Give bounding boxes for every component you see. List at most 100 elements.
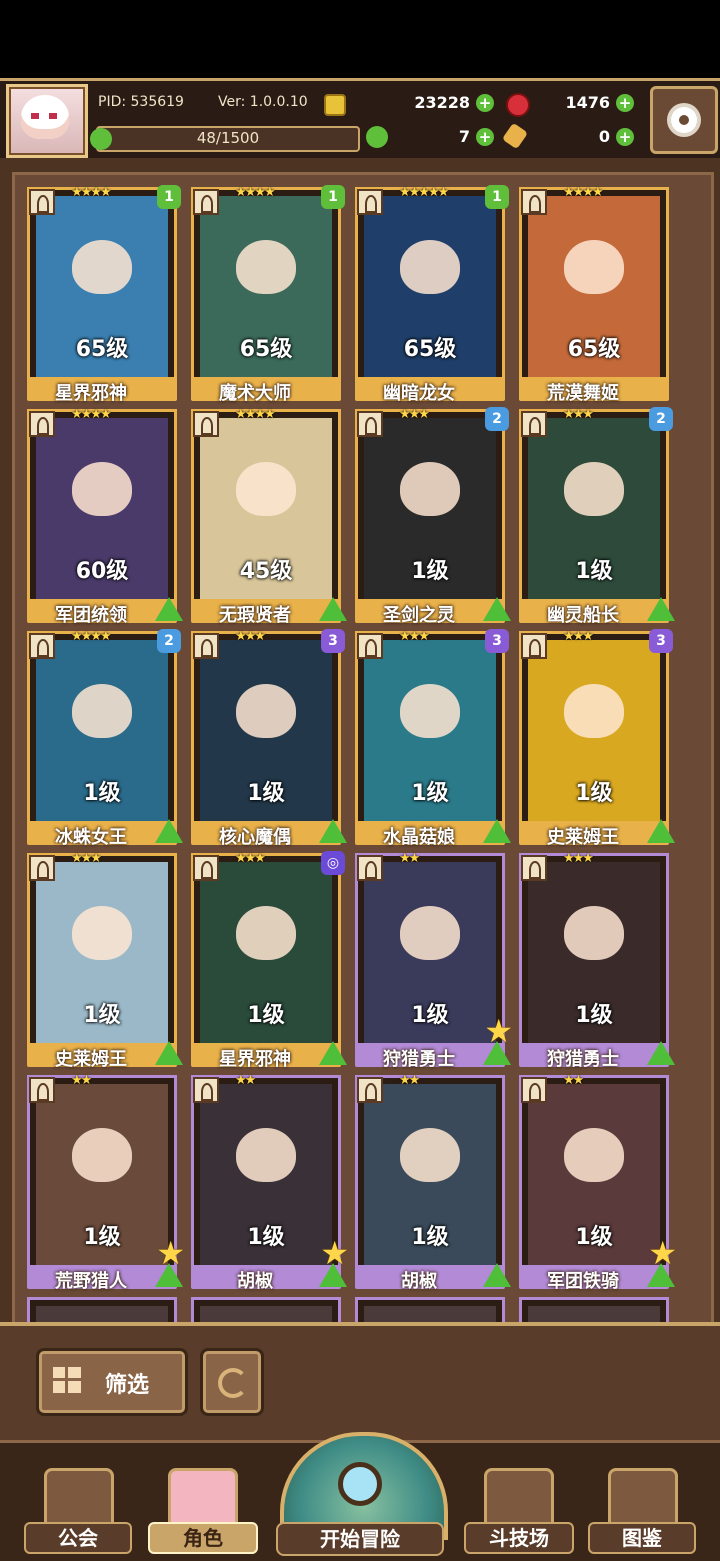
class-icon — [193, 411, 219, 437]
character-name: 魔术大师 — [219, 383, 291, 404]
character-card[interactable]: ★★★★ 60级 军团统领 — [27, 407, 183, 626]
level-label: 1级 — [575, 559, 613, 584]
upgrade-arrow-icon[interactable] — [319, 597, 347, 621]
upgrade-arrow-icon[interactable] — [483, 1041, 511, 1065]
character-card[interactable]: ★★ 1级 胡椒 ★ — [191, 1073, 349, 1292]
upgrade-arrow-icon[interactable] — [647, 1263, 675, 1287]
character-card[interactable]: ★★ 1级 狩猎勇士 ★ — [355, 851, 513, 1070]
player-avatar[interactable] — [6, 84, 88, 158]
star-rating: ★★★★ — [235, 185, 276, 200]
level-label: 1级 — [411, 1003, 449, 1028]
coin-icon — [324, 94, 346, 116]
star-rating: ★★★ — [71, 851, 102, 866]
star-rating: ★★★★★ — [399, 185, 449, 200]
gem-value: 1476 — [565, 93, 610, 112]
filter-label: 筛选 — [105, 1373, 150, 1398]
nav-character[interactable]: 角色 — [148, 1462, 258, 1554]
star-rating: ★★★★ — [71, 407, 112, 422]
class-icon — [193, 189, 219, 215]
start-adventure-button[interactable]: 开始冒险 — [276, 1432, 448, 1556]
character-card[interactable]: ★★★ 1级狩猎勇士 — [519, 851, 675, 1070]
character-name: 胡椒 — [237, 1271, 273, 1292]
level-label: 1级 — [575, 1003, 613, 1028]
character-card[interactable]: ★★★★ 65级 荒漠舞姬 — [519, 185, 669, 404]
class-icon — [357, 633, 383, 659]
clover-resource: 7 + — [392, 126, 494, 148]
character-card[interactable]: ★★ 1级 胡椒 — [355, 1073, 511, 1292]
character-card[interactable]: ★★★★ 45级 无瑕贤者 — [191, 407, 347, 626]
character-name: 史莱姆王 — [547, 827, 619, 848]
level-label: 1级 — [83, 1225, 121, 1250]
add-clover-button[interactable]: + — [476, 128, 494, 146]
rank-badge: 3 — [649, 629, 673, 653]
character-card[interactable]: ★★★★ 1 65级 魔术大师 — [191, 185, 345, 404]
upgrade-arrow-icon[interactable] — [647, 597, 675, 621]
class-icon — [29, 633, 55, 659]
nav-arena[interactable]: 斗技场 — [464, 1462, 574, 1554]
class-icon — [193, 1077, 219, 1103]
character-name: 冰蛛女王 — [55, 827, 127, 848]
guild-hall-icon — [44, 1468, 114, 1530]
rank-badge: 2 — [157, 629, 181, 653]
refresh-button[interactable] — [200, 1348, 264, 1416]
add-gem-button[interactable]: + — [616, 94, 634, 112]
class-icon — [29, 1077, 55, 1103]
version-label: Ver: 1.0.0.10 — [218, 94, 308, 110]
energy-bar: 48/1500 — [96, 126, 360, 152]
filter-button[interactable]: 筛选 — [36, 1348, 188, 1416]
character-card[interactable]: ★★ 1级 荒野猎人 ★ — [27, 1073, 185, 1292]
character-name: 军团铁骑 — [547, 1271, 619, 1292]
class-icon — [193, 855, 219, 881]
upgrade-arrow-icon[interactable] — [483, 1263, 511, 1287]
character-card[interactable]: ★★★★ 1 65级 星界邪神 — [27, 185, 181, 404]
character-name: 幽暗龙女 — [383, 383, 455, 404]
nav-arena-label: 斗技场 — [464, 1522, 574, 1554]
upgrade-arrow-icon[interactable] — [155, 819, 183, 843]
character-card[interactable]: ★★★ 3 1级 史莱姆王 — [519, 629, 675, 848]
character-card[interactable]: ★★ 1级 军团铁骑 ★ — [519, 1073, 677, 1292]
upgrade-arrow-icon[interactable] — [319, 1263, 347, 1287]
character-card[interactable]: ★★★ 1级 史莱姆王 — [27, 851, 183, 1070]
character-name: 星界邪神 — [219, 1049, 291, 1070]
add-key-button[interactable]: + — [616, 128, 634, 146]
star-rating: ★★★★ — [235, 407, 276, 422]
character-card[interactable]: ★★★ ◎ 1级 星界邪神 — [191, 851, 347, 1070]
nav-guild[interactable]: 公会 — [24, 1462, 132, 1554]
character-card[interactable]: ★★★ 2 1级 幽灵船长 — [519, 407, 675, 626]
rank-badge: 1 — [485, 185, 509, 209]
character-name: 圣剑之灵 — [383, 605, 455, 626]
level-label: 1级 — [411, 559, 449, 584]
clover-icon — [90, 128, 112, 150]
character-name: 荒漠舞姬 — [547, 383, 619, 404]
settings-button[interactable] — [650, 86, 718, 154]
character-name: 军团统领 — [55, 605, 127, 626]
class-icon — [29, 855, 55, 881]
character-card[interactable]: ★★★ 3 1级 水晶菇娘 — [355, 629, 511, 848]
character-card[interactable]: ★★★★ 2 1级 冰蛛女王 — [27, 629, 183, 848]
upgrade-arrow-icon[interactable] — [155, 1263, 183, 1287]
upgrade-arrow-icon[interactable] — [155, 597, 183, 621]
upgrade-arrow-icon[interactable] — [483, 819, 511, 843]
upgrade-arrow-icon[interactable] — [319, 1041, 347, 1065]
upgrade-arrow-icon[interactable] — [155, 1041, 183, 1065]
upgrade-arrow-icon[interactable] — [647, 1041, 675, 1065]
star-rating: ★★★ — [399, 407, 430, 422]
character-name: 狩猎勇士 — [383, 1049, 455, 1070]
player-info-panel: PID: 535619 Ver: 1.0.0.10 23228 + 1476 +… — [88, 86, 642, 152]
character-card[interactable]: ★★★★★ 1 65级幽暗龙女 — [355, 185, 509, 404]
rank-badge: 1 — [157, 185, 181, 209]
character-card[interactable]: ★★★ 2 1级 圣剑之灵 — [355, 407, 511, 626]
nav-codex[interactable]: 图鉴 — [588, 1462, 696, 1554]
character-name: 幽灵船长 — [547, 605, 619, 626]
key-resource: 0 + — [534, 126, 634, 148]
star-rating: ★★★ — [563, 851, 594, 866]
add-gold-button[interactable]: + — [476, 94, 494, 112]
character-name: 狩猎勇士 — [547, 1049, 619, 1070]
book-icon — [608, 1468, 678, 1530]
upgrade-arrow-icon[interactable] — [483, 597, 511, 621]
character-card[interactable]: ★★★ 3 1级 核心魔偶 — [191, 629, 347, 848]
key-icon — [501, 122, 529, 150]
level-label: 65级 — [403, 337, 457, 362]
upgrade-arrow-icon[interactable] — [647, 819, 675, 843]
upgrade-arrow-icon[interactable] — [319, 819, 347, 843]
